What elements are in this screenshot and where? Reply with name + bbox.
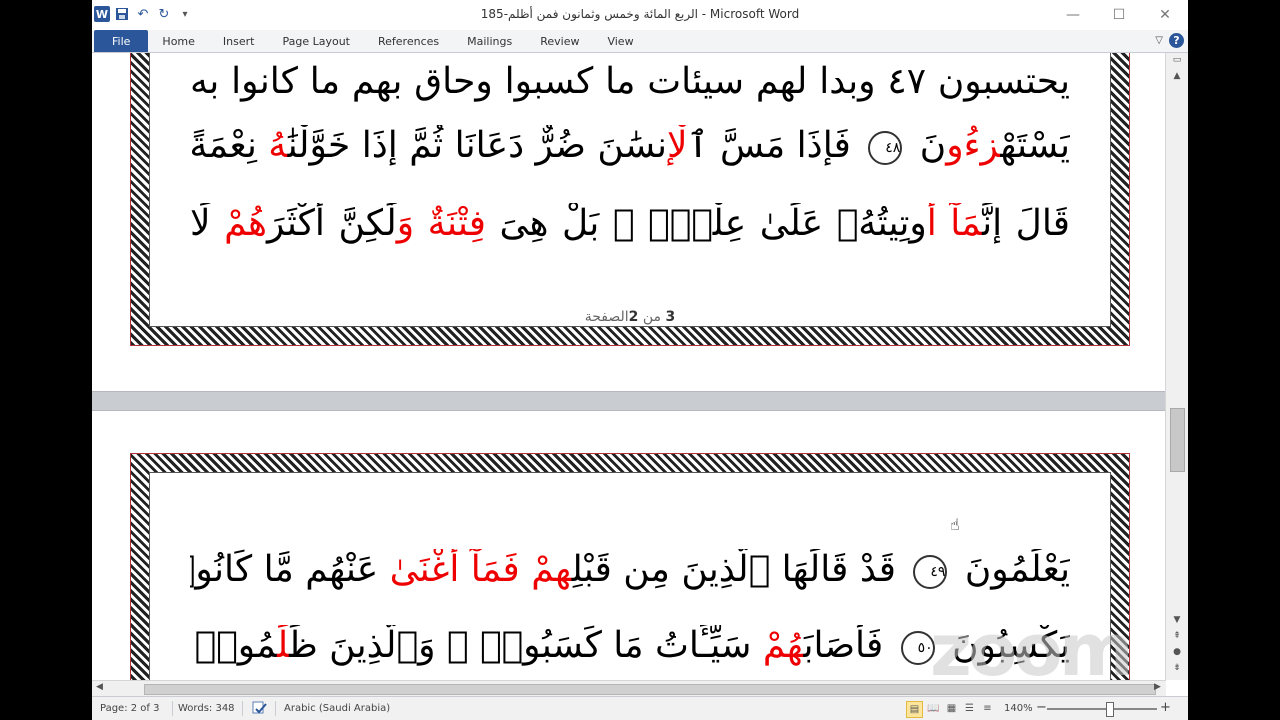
tab-mailings[interactable]: Mailings xyxy=(453,30,526,52)
text-line: يَسْتَهْزِءُونَ ٤٨ فَإِذَا مَسَّ ٱلْإِنس… xyxy=(190,125,1070,166)
highlighted-text: وَ xyxy=(396,203,415,244)
highlighted-text: لْإِ xyxy=(666,125,688,166)
page-count[interactable]: Page: 2 of 3 xyxy=(100,703,159,714)
text-span: سَيِّـَٔاتُ مَا كَسَبُوا۟ ۚ وَٱلَّذِينَ … xyxy=(289,625,763,666)
tab-view[interactable]: View xyxy=(593,30,647,52)
highlighted-text: فَمَآ أَغْنَىٰ xyxy=(389,549,520,590)
text-span: نَ xyxy=(908,125,947,166)
proofing-icon[interactable] xyxy=(252,701,268,718)
minimize-button[interactable]: — xyxy=(1050,0,1096,30)
zoom-in-button[interactable]: + xyxy=(1160,700,1171,715)
text-span xyxy=(414,203,428,244)
outline-icon[interactable]: ☰ xyxy=(962,701,977,716)
document-area[interactable]: يحتسبون ٤٧ وبدا لهم سيئات ما كسبوا وحاق … xyxy=(92,53,1166,680)
print-layout-icon[interactable]: ▤ xyxy=(906,701,923,718)
ribbon-right-controls: ▽ ? xyxy=(1155,33,1184,48)
highlighted-text: هِمْ xyxy=(531,549,572,590)
tab-references[interactable]: References xyxy=(364,30,453,52)
divider xyxy=(275,701,276,716)
tab-file[interactable]: File xyxy=(94,30,149,52)
text-line: يَعْلَمُونَ ٤٩ قَدْ قَالَهَا ٱلَّذِينَ م… xyxy=(190,549,1070,590)
text-span: قَالَ إِنَّ xyxy=(982,203,1070,244)
ruler-toggle-icon[interactable]: ▭ xyxy=(1169,55,1185,69)
highlighted-text: مَآ أُ xyxy=(926,203,983,244)
web-layout-icon[interactable]: ▦ xyxy=(944,701,959,716)
divider xyxy=(172,701,173,716)
text-span: عَنْهُم مَّا كَانُوا۟ xyxy=(190,549,379,590)
divider xyxy=(242,701,243,716)
tab-review[interactable]: Review xyxy=(526,30,593,52)
collapse-ribbon-icon[interactable]: ▽ xyxy=(1155,35,1163,46)
page-number: 3 xyxy=(665,309,676,325)
draft-icon[interactable]: ≡ xyxy=(980,701,995,716)
text-span: نِعْمَةً مِّنَّا xyxy=(190,125,257,166)
status-bar: Page: 2 of 3 Words: 348 Arabic (Saudi Ar… xyxy=(92,696,1188,720)
text-span: يَعْلَمُونَ xyxy=(953,549,1070,590)
text-span xyxy=(520,549,531,590)
hand-cursor-icon: ☝ xyxy=(950,515,960,534)
tab-page-layout[interactable]: Page Layout xyxy=(268,30,364,52)
text-span: فَأَصَابَ xyxy=(803,625,895,666)
close-button[interactable]: ✕ xyxy=(1142,0,1188,30)
word-count[interactable]: Words: 348 xyxy=(178,703,235,714)
zoom-watermark-logo: zoom xyxy=(930,608,1134,692)
page-frame-top: يحتسبون ٤٧ وبدا لهم سيئات ما كسبوا وحاق … xyxy=(130,53,1130,346)
page-label: الصفحة xyxy=(584,309,629,325)
highlighted-text: زِءُو xyxy=(946,125,1001,166)
title-bar: W ↶ ↻ ▾ الربع المائة وخمس وثمانون فمن أظ… xyxy=(92,0,1188,31)
full-screen-reading-icon[interactable]: 📖 xyxy=(926,701,941,716)
text-span: لَا xyxy=(190,203,225,244)
previous-page-icon[interactable]: ⇞ xyxy=(1169,631,1185,645)
page-break-gap xyxy=(92,391,1166,411)
window-controls: — ☐ ✕ xyxy=(1050,0,1188,30)
ayah-marker: ٤٩ xyxy=(913,555,948,589)
text-span: لَٰكِنَّ أَكْثَرَ xyxy=(267,203,397,244)
vertical-scrollbar[interactable]: ▭ ▲ ▼ ⇞ ● ⇟ xyxy=(1165,53,1188,680)
text-span: يَسْتَهْ xyxy=(1000,125,1070,166)
scroll-left-arrow-icon[interactable]: ◀ xyxy=(96,682,103,692)
text-span: قَدْ قَالَهَا ٱلَّذِينَ مِن قَبْلِ xyxy=(571,549,908,590)
help-icon[interactable]: ? xyxy=(1169,33,1184,48)
text-line: قَالَ إِنَّمَآ أُوتِيتُهُۥ عَلَىٰ عِلْمٍ… xyxy=(190,203,1070,244)
scroll-thumb[interactable] xyxy=(1170,408,1185,472)
page-footer-indicator: 3 من 2الصفحة xyxy=(150,309,1110,325)
scroll-up-arrow-icon[interactable]: ▲ xyxy=(1169,71,1185,85)
page-of-text: من xyxy=(638,309,666,325)
window-title: الربع المائة وخمس وثمانون فمن أظلم-185 -… xyxy=(480,7,800,21)
maximize-button[interactable]: ☐ xyxy=(1096,0,1142,30)
text-line: يحتسبون ٤٧ وبدا لهم سيئات ما كسبوا وحاق … xyxy=(190,61,1070,102)
next-page-icon[interactable]: ⇟ xyxy=(1169,663,1185,677)
highlighted-text: لَ xyxy=(277,625,290,666)
view-buttons: ▤ 📖 ▦ ☰ ≡ xyxy=(906,701,995,718)
page-number: 2 xyxy=(628,309,639,325)
browse-object-icon[interactable]: ● xyxy=(1169,647,1185,661)
text-span: وتِيتُهُۥ عَلَىٰ عِلْمٍۭ ۚ بَلْ هِىَ xyxy=(485,203,927,244)
highlighted-text: هُمْ xyxy=(762,625,804,666)
ribbon-tabs: File Home Insert Page Layout References … xyxy=(94,30,648,52)
text-span: فَإِذَا مَسَّ ٱ xyxy=(687,125,863,166)
text-span: مُوا۟ مِنْ xyxy=(190,625,278,666)
highlighted-text: فِتْنَةٌ xyxy=(427,203,486,244)
language-indicator[interactable]: Arabic (Saudi Arabia) xyxy=(284,703,390,714)
highlighted-text: هُمْ xyxy=(224,203,268,244)
scroll-down-arrow-icon[interactable]: ▼ xyxy=(1169,615,1185,629)
highlighted-text: هُ xyxy=(268,125,288,166)
text-span: نسَٰنَ ضُرٌّ دَعَانَا ثُمَّ إِذَا خَوَّل… xyxy=(287,125,667,166)
tab-insert[interactable]: Insert xyxy=(209,30,269,52)
ayah-marker: ٤٨ xyxy=(868,131,903,165)
zoom-level[interactable]: 140% xyxy=(1004,703,1033,714)
scroll-right-arrow-icon[interactable]: ▶ xyxy=(1154,682,1161,692)
ribbon: File Home Insert Page Layout References … xyxy=(92,30,1188,53)
page-frame-inner: يحتسبون ٤٧ وبدا لهم سيئات ما كسبوا وحاق … xyxy=(149,53,1111,327)
zoom-slider-knob[interactable] xyxy=(1106,702,1114,717)
zoom-out-button[interactable]: − xyxy=(1036,700,1047,715)
zoom-slider-track[interactable] xyxy=(1047,708,1157,710)
tab-home[interactable]: Home xyxy=(148,30,208,52)
